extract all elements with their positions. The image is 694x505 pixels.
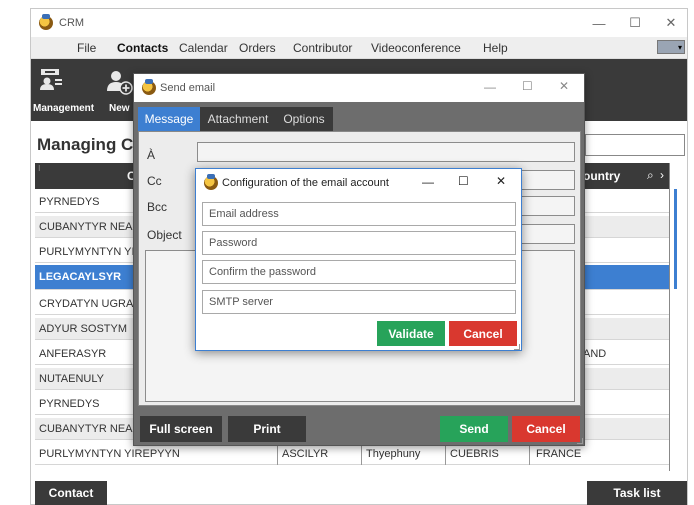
- grid-country-header[interactable]: ountry: [583, 169, 620, 183]
- send-email-resize-grip[interactable]: [577, 438, 583, 444]
- cell-col4: CUEBRIS: [445, 443, 499, 465]
- tab-message[interactable]: Message: [138, 107, 200, 131]
- send-email-titlebar: Send email — ☐ ✕: [134, 74, 584, 102]
- management-icon[interactable]: [37, 67, 63, 91]
- send-email-maximize-button[interactable]: ☐: [522, 79, 533, 93]
- config-close-button[interactable]: ✕: [496, 174, 506, 188]
- contact-button[interactable]: Contact: [35, 481, 107, 505]
- menu-contacts[interactable]: Contacts: [117, 41, 168, 55]
- menu-contributor[interactable]: Contributor: [293, 41, 352, 55]
- send-button[interactable]: Send: [440, 416, 508, 442]
- ribbon-management-label[interactable]: Management: [33, 103, 94, 114]
- config-maximize-button[interactable]: ☐: [458, 174, 469, 188]
- full-screen-button[interactable]: Full screen: [140, 416, 222, 442]
- cell-name: ADYUR SOSTYM: [39, 322, 128, 335]
- tab-attachment[interactable]: Attachment: [202, 107, 274, 131]
- cc-label: Cc: [147, 174, 162, 188]
- maximize-button[interactable]: ☐: [617, 9, 653, 37]
- object-label: Object: [147, 228, 182, 242]
- cell-name: NUTAENULY: [39, 372, 104, 385]
- menu-orders[interactable]: Orders: [239, 41, 276, 55]
- close-button[interactable]: ✕: [653, 9, 689, 37]
- cell-country: AND: [583, 347, 607, 360]
- page-title: Managing C: [37, 135, 134, 154]
- send-email-minimize-button[interactable]: —: [484, 80, 496, 94]
- cell-col2: ASCILYR: [277, 443, 328, 465]
- table-row[interactable]: PURLYMYNTYN YIREPYYN ASCILYR Thyephuny C…: [35, 443, 669, 465]
- tab-options[interactable]: Options: [276, 107, 332, 131]
- search-box[interactable]: [585, 134, 685, 156]
- cell-name: LEGACAYLSYR: [39, 271, 122, 283]
- grid-scrollbar[interactable]: [674, 189, 677, 289]
- chevron-right-icon[interactable]: ›: [660, 168, 664, 182]
- caret-down-icon: ▾: [677, 42, 682, 52]
- app-title: CRM: [59, 17, 85, 29]
- send-email-logo-icon: [142, 79, 156, 95]
- send-email-tabbar: Message Attachment Options: [138, 107, 333, 131]
- cell-name: ANFERASYR: [39, 347, 107, 360]
- menu-dropdown-button[interactable]: ▾: [657, 40, 685, 54]
- cell-name: PYRNEDYS: [39, 195, 100, 208]
- to-label: À: [147, 148, 156, 162]
- config-titlebar: Configuration of the email account — ☐ ✕: [196, 169, 521, 197]
- sort-handle-icon[interactable]: ⁝: [38, 164, 41, 173]
- email-address-input[interactable]: [202, 202, 516, 226]
- config-cancel-button[interactable]: Cancel: [449, 321, 517, 346]
- password-input[interactable]: [202, 231, 516, 255]
- print-button[interactable]: Print: [228, 416, 306, 442]
- task-list-button[interactable]: Task list: [587, 481, 687, 505]
- config-minimize-button[interactable]: —: [422, 175, 434, 189]
- menu-videoconference[interactable]: Videoconference: [371, 41, 461, 55]
- minimize-button[interactable]: —: [581, 9, 617, 37]
- cell-country: FRANCE: [529, 443, 581, 465]
- app-logo-icon: [39, 14, 53, 30]
- smtp-server-input[interactable]: [202, 290, 516, 314]
- menu-bar: File Contacts Calendar Orders Contributo…: [31, 37, 687, 59]
- ribbon-new-label[interactable]: New: [109, 103, 130, 114]
- config-dialog: Configuration of the email account — ☐ ✕…: [195, 168, 522, 351]
- search-icon[interactable]: ⌕: [647, 168, 654, 183]
- send-email-close-button[interactable]: ✕: [559, 79, 569, 93]
- cell-name: PURLYMYNTYN YIREPYYN: [39, 447, 180, 460]
- cell-name: CUBANYTYR NEASY: [39, 422, 148, 435]
- send-email-title: Send email: [160, 82, 216, 94]
- send-email-cancel-button[interactable]: Cancel: [512, 416, 580, 442]
- config-resize-grip[interactable]: [514, 344, 520, 350]
- cell-name: CUBANYTYR NEASY: [39, 220, 148, 233]
- validate-button[interactable]: Validate: [377, 321, 445, 346]
- to-field[interactable]: [197, 142, 575, 162]
- cell-name: CRYDATYN UGRACE: [39, 297, 149, 310]
- cell-name: PURLYMYNTYN YIR: [39, 245, 143, 258]
- config-logo-icon: [204, 174, 218, 190]
- cell-name: PYRNEDYS: [39, 397, 100, 410]
- menu-file[interactable]: File: [77, 41, 96, 55]
- menu-calendar[interactable]: Calendar: [179, 41, 228, 55]
- cell-col3: Thyephuny: [361, 443, 420, 465]
- config-title: Configuration of the email account: [222, 177, 389, 189]
- new-contact-icon[interactable]: [107, 69, 133, 95]
- grid-border-right: [669, 163, 670, 471]
- title-bar: CRM — ☐ ✕: [31, 9, 687, 37]
- bcc-label: Bcc: [147, 200, 168, 214]
- menu-help[interactable]: Help: [483, 41, 508, 55]
- confirm-password-input[interactable]: [202, 260, 516, 284]
